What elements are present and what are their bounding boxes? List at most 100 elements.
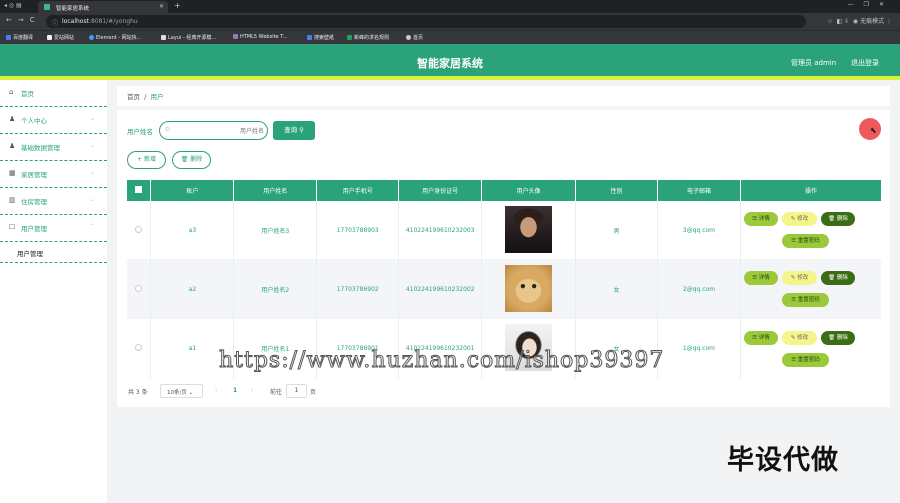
edit-button[interactable]: ✎ 修改 [781, 271, 817, 285]
cell-idcard: 410224199610232003 [398, 201, 483, 259]
avatar [505, 264, 553, 312]
url-field[interactable]: ⓘ localhost:8081/#/yonghu [46, 15, 806, 28]
trash-icon: 🗑 [180, 156, 189, 163]
col-actions: 操作 [740, 180, 881, 201]
sidebar-item-housing[interactable]: ▥ 住房管理 ⌄ [0, 188, 107, 215]
sidebar-item-label: 住房管理 [21, 198, 47, 206]
square-icon: ☐ [9, 223, 16, 231]
col-avatar: 用户头像 [481, 180, 577, 201]
cell-idcard: 410224199610232002 [398, 259, 483, 319]
search-input[interactable] [174, 125, 264, 137]
sidebar-item-user-management[interactable]: ☐ 用户管理 ⌃ [0, 215, 107, 242]
sidebar-item-label: 基础数据管理 [21, 144, 60, 152]
chevron-down-icon: ⌄ [90, 196, 96, 203]
cell-name: 用户姓名2 [233, 259, 318, 319]
row-delete-button[interactable]: 🗑 删除 [820, 330, 855, 345]
url-watermark: https://www.huzhan.com/ishop39397 [218, 348, 665, 374]
breadcrumb-separator: / [144, 93, 147, 101]
bookmark-3[interactable]: Layui - 经典开源模... [161, 34, 216, 41]
url-host: localhost [62, 18, 89, 25]
total-count: 共 3 条 [128, 389, 148, 396]
search-icon: ⊙ [165, 126, 171, 133]
detail-button[interactable]: ☰ 详情 [743, 212, 778, 226]
sidebar-item-personal-center[interactable]: ♟ 个人中心 ⌄ [0, 107, 107, 134]
detail-button[interactable]: ☰ 详情 [743, 271, 778, 285]
new-tab-icon[interactable]: + [174, 1, 181, 10]
sidebar-item-label: 用户管理 [21, 225, 47, 233]
goto-label: 前往 [270, 389, 283, 396]
profile-label: 无痕模式 [860, 18, 885, 25]
home-icon: ⌂ [9, 88, 14, 96]
row-delete-button[interactable]: 🗑 删除 [820, 271, 855, 285]
breadcrumb-home[interactable]: 首页 [127, 93, 140, 101]
detail-button[interactable]: ☰ 详情 [743, 330, 778, 345]
cell-actions: ☰ 详情 ✎ 修改 🗑 删除 ☰ 重置密码 [740, 319, 881, 378]
bookmark-1[interactable]: 爱站网站 [47, 34, 74, 41]
delete-button-label: 删除 [190, 156, 203, 163]
cell-account: a2 [150, 259, 235, 319]
page-size-select[interactable]: 10条/页 ⌄ [160, 384, 203, 398]
table-row: a3 用户姓名3 17703786903 410224199610232003 … [127, 201, 881, 259]
sidebar-item-basic-data[interactable]: ♟ 基础数据管理 ⌄ [0, 134, 107, 161]
browser-tab-bar: ◂ ◎ ▤ 智能家居系统 ✕ + —❐✕ [0, 0, 900, 13]
tab-title: 智能家居系统 [56, 6, 90, 12]
search-label: 用户姓名 [127, 128, 153, 136]
table-row: a2 用户姓名2 17703786902 410224199610232002 … [127, 259, 881, 319]
bookmark-4[interactable]: HTML5 Website T... [233, 34, 287, 40]
grid-icon: ▦ [9, 169, 16, 177]
cell-phone: 17703786902 [316, 259, 400, 319]
reset-password-button[interactable]: ☰ 重置密码 [781, 293, 829, 307]
nav-buttons[interactable]: ←→C [6, 16, 41, 24]
sidebar-subitem-user-management[interactable]: 用户管理 [0, 242, 107, 263]
page-size-value: 10条/页 [167, 390, 187, 396]
tab-strip-icons[interactable]: ◂ ◎ ▤ [4, 2, 22, 9]
profile-indicator[interactable]: ☆ ◧ ⇩ ◉ 无痕模式 ⋮ [827, 16, 892, 25]
row-checkbox[interactable] [127, 319, 152, 378]
building-icon: ▥ [9, 196, 16, 204]
cell-avatar [481, 259, 577, 319]
row-delete-button[interactable]: 🗑 删除 [820, 212, 855, 226]
edit-button[interactable]: ✎ 修改 [781, 330, 817, 345]
col-account: 账户 [150, 180, 235, 201]
window-controls[interactable]: —❐✕ [848, 1, 894, 8]
mouse-cursor-icon: ⬉ [870, 126, 877, 135]
bookmark-5[interactable]: 搜索壁纸 [307, 34, 334, 41]
reset-password-button[interactable]: ☰ 重置密码 [781, 352, 829, 367]
cell-gender: 男 [575, 201, 658, 259]
page-number-current[interactable]: 1 [233, 387, 237, 394]
next-page-icon[interactable]: › [251, 387, 253, 394]
query-button[interactable]: 查询 ⚲ [273, 121, 315, 140]
chevron-down-icon: ⌄ [90, 115, 96, 122]
delete-button[interactable]: 🗑 删除 [172, 151, 211, 169]
user-icon: ♟ [9, 115, 16, 123]
page-suffix: 页 [310, 389, 317, 396]
bookmark-7[interactable]: 首页 [406, 34, 423, 41]
breadcrumb-current: 用户 [150, 93, 164, 101]
browser-tab[interactable]: 智能家居系统 ✕ [38, 1, 168, 13]
sidebar-item-home[interactable]: ⌂ 首页 [0, 80, 107, 107]
edit-button[interactable]: ✎ 修改 [781, 212, 817, 226]
search-icon: ⚲ [299, 126, 304, 134]
bookmark-6[interactable]: 新峰的求名规则 [347, 34, 389, 41]
cell-actions: ☰ 详情 ✎ 修改 🗑 删除 ☰ 重置密码 [740, 259, 881, 319]
select-all-checkbox[interactable] [127, 180, 152, 201]
logout-link[interactable]: 退出登录 [851, 58, 879, 68]
row-checkbox[interactable] [127, 201, 152, 259]
col-phone: 用户手机号 [316, 180, 400, 201]
col-idcard: 用户身份证号 [398, 180, 483, 201]
sidebar-subitem-label: 用户管理 [17, 250, 43, 258]
app-title: 智能家居系统 [417, 57, 483, 70]
sidebar-item-home-furnishing[interactable]: ▦ 家居管理 ⌄ [0, 161, 107, 188]
cell-email: 3@qq.com [657, 201, 741, 259]
add-button[interactable]: + 新增 [127, 151, 166, 169]
close-tab-icon[interactable]: ✕ [159, 3, 164, 10]
reset-password-button[interactable]: ☰ 重置密码 [781, 234, 829, 248]
address-bar: ←→C ⓘ localhost:8081/#/yonghu ☆ ◧ ⇩ ◉ 无痕… [0, 13, 900, 30]
prev-page-icon[interactable]: ‹ [215, 387, 217, 394]
search-field[interactable]: ⊙ [159, 121, 268, 140]
row-checkbox[interactable] [127, 259, 152, 319]
bookmark-2[interactable]: Element - 网站快... [89, 34, 141, 41]
goto-page-input[interactable]: 1 [286, 384, 307, 398]
bookmark-0[interactable]: 百度翻译 [6, 34, 33, 41]
table-header-row: 账户 用户姓名 用户手机号 用户身份证号 用户头像 性别 电子邮箱 操作 [127, 180, 881, 201]
